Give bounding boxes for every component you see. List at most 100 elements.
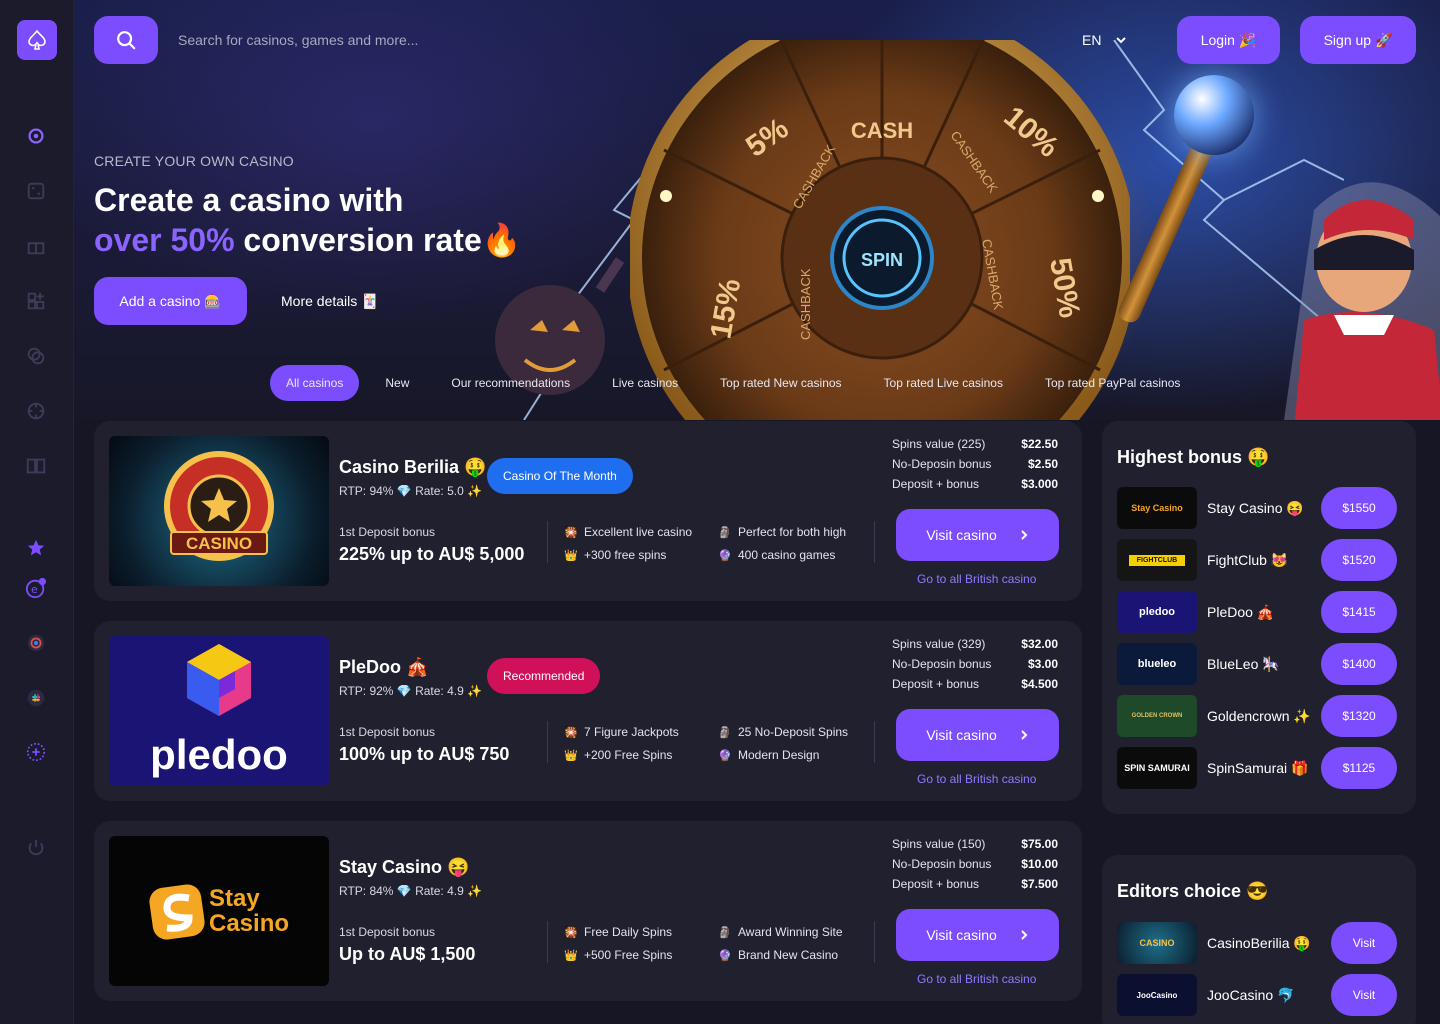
feature-item: 👑 +500 Free Spins bbox=[564, 948, 673, 962]
list-item[interactable]: JooCasino JooCasino 🐬 Visit bbox=[1117, 974, 1397, 1016]
visit-casino-button[interactable]: Visit casino bbox=[896, 709, 1059, 761]
casino-name[interactable]: PleDoo 🎪 bbox=[339, 657, 428, 678]
moai-icon: 🗿 bbox=[718, 926, 732, 939]
nav-slack-icon[interactable] bbox=[22, 684, 50, 712]
editors-choice-panel: Editors choice 😎 CASINO CasinoBerilia 🤑 … bbox=[1102, 855, 1416, 1024]
wheel-spin-label[interactable]: SPIN bbox=[861, 250, 903, 270]
add-casino-button[interactable]: Add a casino 🎰 bbox=[94, 277, 247, 325]
casino-logo: SPIN SAMURAI bbox=[1117, 747, 1197, 789]
bonus-button[interactable]: $1415 bbox=[1321, 591, 1397, 633]
casino-logo: JooCasino bbox=[1117, 974, 1197, 1016]
all-british-casino-link[interactable]: Go to all British casino bbox=[917, 572, 1036, 586]
list-item[interactable]: blueleo BlueLeo 🎠 $1400 bbox=[1117, 643, 1397, 685]
tab-our-recommendations[interactable]: Our recommendations bbox=[435, 365, 586, 401]
spec-row: No-Deposin bonus $10.00 bbox=[892, 857, 1058, 871]
casino-name[interactable]: JooCasino 🐬 bbox=[1207, 987, 1331, 1004]
all-british-casino-link[interactable]: Go to all British casino bbox=[917, 772, 1036, 786]
nav-add-icon[interactable] bbox=[22, 738, 50, 766]
casino-logo: blueleo bbox=[1117, 643, 1197, 685]
more-details-button[interactable]: More details 🃏 bbox=[281, 277, 379, 325]
casino-name[interactable]: SpinSamurai 🎁 bbox=[1207, 760, 1321, 777]
spec-row: Spins value (150) $75.00 bbox=[892, 837, 1058, 851]
casino-name[interactable]: BlueLeo 🎠 bbox=[1207, 656, 1321, 673]
nav-ethereum-icon[interactable]: e bbox=[22, 574, 50, 602]
nav-book-icon[interactable] bbox=[22, 452, 50, 480]
moai-icon: 🗿 bbox=[718, 726, 732, 739]
nav-coins-icon[interactable] bbox=[22, 342, 50, 370]
casino-card: CASINO Casino Berilia 🤑 RTP: 94% 💎 Rate:… bbox=[94, 421, 1082, 601]
list-item[interactable]: CASINO CasinoBerilia 🤑 Visit bbox=[1117, 922, 1397, 964]
tab-top-rated-live[interactable]: Top rated Live casinos bbox=[868, 365, 1019, 401]
divider bbox=[874, 921, 875, 963]
divider bbox=[547, 721, 548, 763]
tab-top-rated-paypal[interactable]: Top rated PayPal casinos bbox=[1029, 365, 1196, 401]
list-item[interactable]: pledoo PleDoo 🎪 $1415 bbox=[1117, 591, 1397, 633]
feature-item: 🎇 7 Figure Jackpots bbox=[564, 725, 679, 739]
casino-name[interactable]: Goldencrown ✨ bbox=[1207, 708, 1321, 725]
tab-live-casinos[interactable]: Live casinos bbox=[596, 365, 694, 401]
casino-name[interactable]: Stay Casino 😝 bbox=[339, 857, 469, 878]
language-select[interactable]: EN bbox=[1082, 32, 1127, 48]
list-item[interactable]: GOLDEN CROWN Goldencrown ✨ $1320 bbox=[1117, 695, 1397, 737]
nav-chrome-icon[interactable] bbox=[22, 629, 50, 657]
nav-dice-icon[interactable] bbox=[22, 177, 50, 205]
sidebar: e bbox=[0, 0, 74, 1024]
deposit-bonus-value: 225% up to AU$ 5,000 bbox=[339, 544, 525, 564]
casino-card: Stay Casino Stay Casino 😝 RTP: 84% 💎 Rat… bbox=[94, 821, 1082, 1001]
nav-chip-icon[interactable] bbox=[22, 397, 50, 425]
nav-star-icon[interactable] bbox=[22, 534, 50, 562]
feature-item: 🎇 Free Daily Spins bbox=[564, 925, 673, 939]
casino-thumbnail[interactable]: CASINO bbox=[109, 436, 329, 586]
panel-title: Highest bonus 🤑 bbox=[1117, 447, 1270, 467]
spec-row: No-Deposin bonus $2.50 bbox=[892, 457, 1058, 471]
divider bbox=[874, 521, 875, 563]
casino-thumbnail[interactable]: Stay Casino bbox=[109, 836, 329, 986]
bonus-button[interactable]: $1550 bbox=[1321, 487, 1397, 529]
chevron-right-icon bbox=[1021, 730, 1028, 740]
visit-casino-button[interactable]: Visit casino bbox=[896, 509, 1059, 561]
crystal-ball-icon: 🔮 bbox=[718, 749, 732, 762]
masked-hero-character-icon bbox=[1284, 182, 1440, 420]
feature-item: 🗿 25 No-Deposit Spins bbox=[718, 725, 849, 739]
bonus-button[interactable]: $1400 bbox=[1321, 643, 1397, 685]
casino-name[interactable]: Stay Casino 😝 bbox=[1207, 500, 1321, 517]
visit-casino-button[interactable]: Visit casino bbox=[896, 909, 1059, 961]
tab-top-rated-new[interactable]: Top rated New casinos bbox=[704, 365, 857, 401]
list-item[interactable]: Stay Casino Stay Casino 😝 $1550 bbox=[1117, 487, 1397, 529]
casino-thumbnail[interactable]: pledoo bbox=[109, 636, 329, 786]
casino-name[interactable]: PleDoo 🎪 bbox=[1207, 604, 1321, 621]
search-button[interactable] bbox=[94, 16, 158, 64]
visit-button[interactable]: Visit bbox=[1331, 974, 1397, 1016]
bonus-button[interactable]: $1320 bbox=[1321, 695, 1397, 737]
casino-name[interactable]: Casino Berilia 🤑 bbox=[339, 457, 486, 478]
crystal-ball-icon: 🔮 bbox=[718, 949, 732, 962]
list-item[interactable]: SPIN SAMURAI SpinSamurai 🎁 $1125 bbox=[1117, 747, 1397, 789]
list-item[interactable]: FIGHTCLUB FightClub 😻 $1520 bbox=[1117, 539, 1397, 581]
highest-bonus-panel: Highest bonus 🤑 Stay Casino Stay Casino … bbox=[1102, 421, 1416, 814]
chevron-right-icon bbox=[1021, 530, 1028, 540]
hero-title-rest: conversion rate🔥 bbox=[234, 222, 522, 258]
search-icon bbox=[117, 31, 136, 50]
casino-rating: RTP: 92% 💎 Rate: 4.9 ✨ bbox=[339, 684, 483, 698]
search-input[interactable]: Search for casinos, games and more... bbox=[178, 32, 418, 48]
login-button[interactable]: Login 🎉 bbox=[1177, 16, 1280, 64]
tab-new[interactable]: New bbox=[369, 365, 425, 401]
visit-button[interactable]: Visit bbox=[1331, 922, 1397, 964]
app-logo[interactable] bbox=[17, 20, 57, 60]
casino-name[interactable]: FightClub 😻 bbox=[1207, 552, 1321, 569]
nav-home-icon[interactable] bbox=[22, 122, 50, 150]
bonus-button[interactable]: $1125 bbox=[1321, 747, 1397, 789]
power-icon[interactable] bbox=[22, 834, 50, 862]
casino-name[interactable]: CasinoBerilia 🤑 bbox=[1207, 935, 1331, 952]
feature-item: 👑 +200 Free Spins bbox=[564, 748, 673, 762]
signup-button[interactable]: Sign up 🚀 bbox=[1300, 16, 1416, 64]
bonus-button[interactable]: $1520 bbox=[1321, 539, 1397, 581]
casino-logo: GOLDEN CROWN bbox=[1117, 695, 1197, 737]
all-british-casino-link[interactable]: Go to all British casino bbox=[917, 972, 1036, 986]
nav-add-grid-icon[interactable] bbox=[22, 287, 50, 315]
spec-row: Spins value (329) $32.00 bbox=[892, 637, 1058, 651]
feature-item: 🔮 Brand New Casino bbox=[718, 948, 839, 962]
casino-logo: FIGHTCLUB bbox=[1117, 539, 1197, 581]
nav-gift-icon[interactable] bbox=[22, 232, 50, 260]
tab-all-casinos[interactable]: All casinos bbox=[270, 365, 360, 401]
